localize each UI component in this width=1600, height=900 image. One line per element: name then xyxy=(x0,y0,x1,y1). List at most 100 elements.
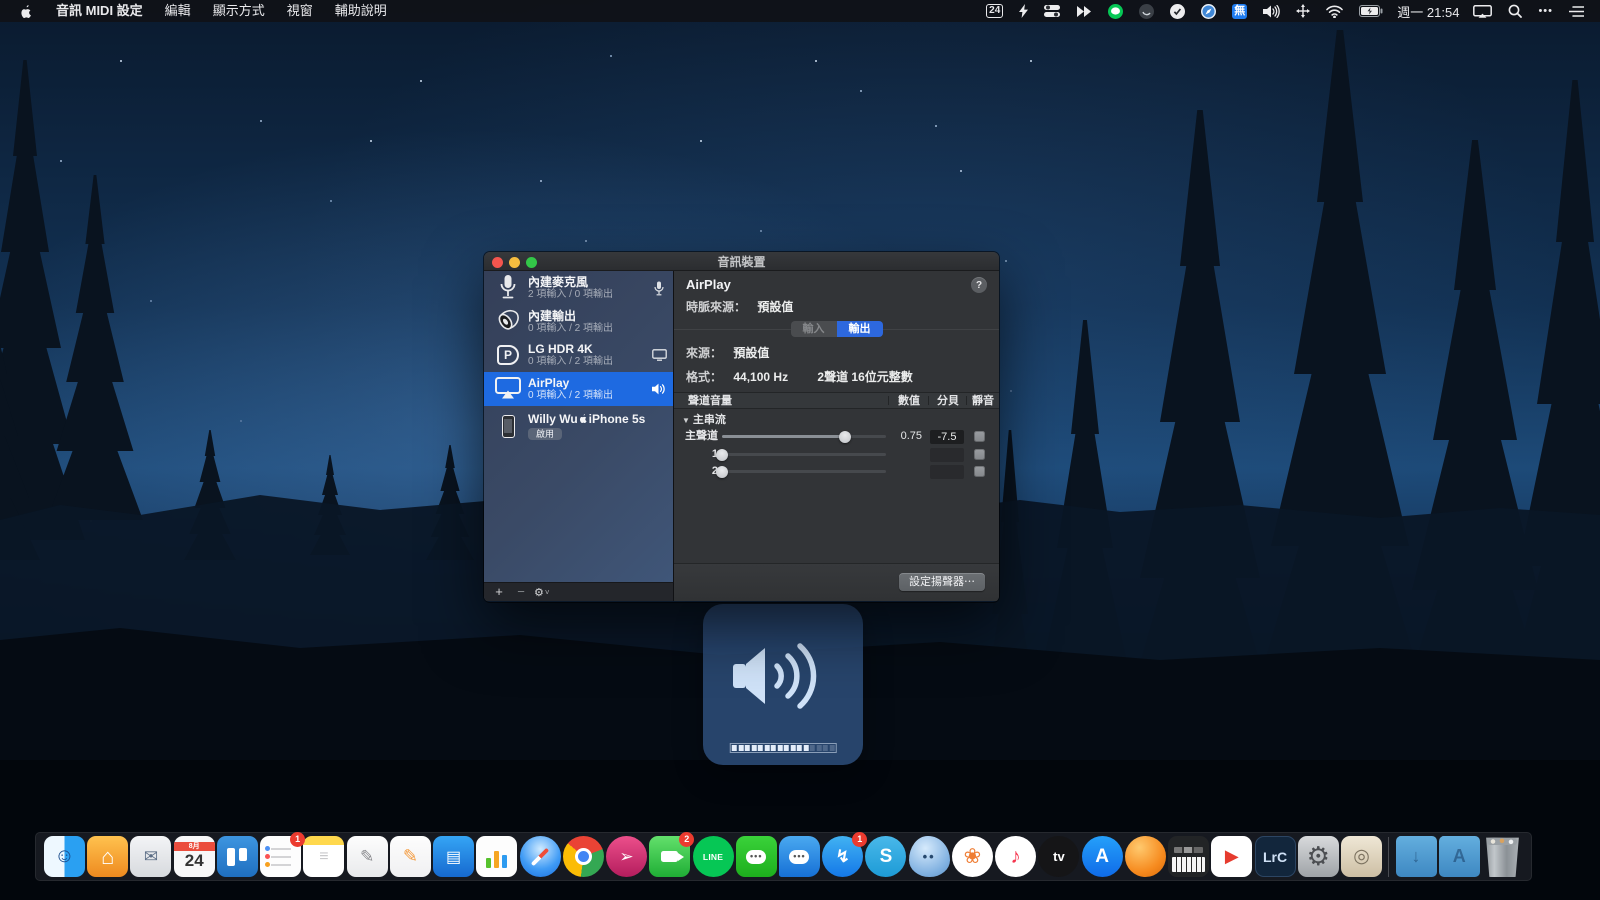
dock-item-lightroom-classic[interactable]: LrC xyxy=(1254,836,1296,877)
device-io-detail: 0 項輸入 / 2 項輸出 xyxy=(528,322,614,334)
menu-item-0[interactable]: 音訊 MIDI 設定 xyxy=(45,3,154,18)
menu-bar: 音訊 MIDI 設定 編輯 顯示方式 視窗 輔助說明 24 無 週一 21:54 ••• xyxy=(0,0,1600,22)
dock-item-ghost-chat[interactable]: •• xyxy=(908,836,950,877)
dock-item-keynote[interactable]: ▤ xyxy=(433,836,475,877)
dock-item-system-preferences[interactable]: ⚙ xyxy=(1297,836,1339,877)
apple-menu[interactable] xyxy=(14,4,45,19)
dock-item-safari[interactable] xyxy=(519,836,561,877)
dock-item-pages[interactable]: ✎ xyxy=(389,836,431,877)
search-icon[interactable] xyxy=(1500,0,1530,22)
volume-segment xyxy=(764,745,770,751)
dock-item-chrome[interactable] xyxy=(562,836,604,877)
help-button[interactable]: ? xyxy=(971,277,987,293)
menu-item-1[interactable]: 編輯 xyxy=(154,3,202,18)
remove-device-button[interactable]: − xyxy=(512,583,530,601)
dock-item-calendar[interactable]: 8月 24 xyxy=(173,836,215,877)
speaker-waves-icon xyxy=(733,643,817,709)
dock-item-finder[interactable]: ☺ xyxy=(44,836,85,877)
device-io-detail: 2 項輸入 / 0 項輸出 xyxy=(528,289,614,300)
tab-output[interactable]: 輸出 xyxy=(836,321,883,337)
dock-item-line[interactable]: LINE xyxy=(692,836,734,877)
volume-segment xyxy=(731,745,737,751)
dock-item-music[interactable]: ♪ xyxy=(995,836,1037,877)
dock-item-orange-app[interactable] xyxy=(1124,836,1166,877)
wifi-icon[interactable] xyxy=(1318,0,1351,22)
sidebar-device-內建輸出[interactable]: 內建輸出 0 項輸入 / 2 項輸出 xyxy=(484,305,673,338)
dock-item-blue-chat[interactable]: ••• xyxy=(778,836,820,877)
dock-item-apple-tv[interactable]: tv xyxy=(1038,836,1080,877)
volume-slider[interactable] xyxy=(716,465,886,478)
clock[interactable]: 週一 21:54 xyxy=(1391,0,1465,22)
format-rate-value[interactable]: 44,100 Hz xyxy=(733,370,788,384)
master-stream-group[interactable]: ▼ 主串流 xyxy=(682,411,726,427)
configure-speakers-button[interactable]: 設定揚聲器⋯ xyxy=(899,573,985,591)
slider-knob[interactable] xyxy=(839,430,851,443)
volume-icon[interactable] xyxy=(1255,0,1288,22)
menu-item-3[interactable]: 視窗 xyxy=(276,3,324,18)
window-titlebar[interactable]: 音訊裝置 xyxy=(484,252,999,271)
volume-value: 0.75 xyxy=(900,430,922,442)
dock-item-video-player[interactable]: ▶ xyxy=(1211,836,1253,877)
device-actions-button[interactable]: ⚙ ˅ xyxy=(534,586,550,599)
line-status-icon[interactable] xyxy=(1100,0,1131,22)
dock-item-trello[interactable] xyxy=(216,836,258,877)
dock-item-trash[interactable] xyxy=(1482,836,1523,877)
screen-mirroring-icon[interactable] xyxy=(1465,0,1500,22)
zoom-button[interactable] xyxy=(526,256,537,268)
bolt-icon[interactable] xyxy=(1011,0,1036,22)
add-device-button[interactable]: + xyxy=(490,583,508,601)
dock-item-audio-midi-setup[interactable] xyxy=(1168,836,1210,877)
input-method-icon[interactable]: 無 xyxy=(1224,0,1255,22)
mute-checkbox[interactable] xyxy=(974,431,985,442)
dock-item-mail[interactable]: ✉ xyxy=(130,836,172,877)
slider-knob[interactable] xyxy=(716,448,728,461)
dock-item-wechat[interactable]: ••• xyxy=(735,836,777,877)
menu-item-4[interactable]: 輔助說明 xyxy=(324,3,398,18)
mute-checkbox[interactable] xyxy=(974,449,985,460)
toggles-icon[interactable] xyxy=(1036,0,1068,22)
dock-item-notes[interactable]: ≡ xyxy=(303,836,345,877)
mute-checkbox[interactable] xyxy=(974,466,985,477)
dock-item-reminders[interactable]: 1 xyxy=(260,832,306,877)
sidebar-device-airplay[interactable]: AirPlay 0 項輸入 / 2 項輸出 xyxy=(484,372,673,406)
close-button[interactable] xyxy=(492,256,503,268)
battery-icon[interactable] xyxy=(1351,0,1391,22)
slider-knob[interactable] xyxy=(716,465,728,478)
dock-item-numbers[interactable] xyxy=(476,836,518,877)
sidebar-device-內建麥克風[interactable]: 內建麥克風 2 項輸入 / 0 項輸出 xyxy=(484,271,673,305)
dock-item-skype[interactable]: S xyxy=(865,836,907,877)
sidebar-device-willy-wu[interactable]: Willy Wu iPhone 5s 啟用 xyxy=(484,406,673,446)
dock-item-photos[interactable]: ❀ xyxy=(951,836,993,877)
dock-item-skitch[interactable]: ➢ xyxy=(606,836,648,877)
orb-icon[interactable] xyxy=(1131,0,1162,22)
volume-slider[interactable] xyxy=(722,430,886,443)
source-value[interactable]: 預設值 xyxy=(733,346,769,360)
volume-slider[interactable] xyxy=(716,448,886,461)
db-value xyxy=(930,447,964,462)
menu-item-2[interactable]: 顯示方式 xyxy=(202,3,276,18)
list-icon[interactable] xyxy=(1561,0,1592,22)
dock-item-facetime[interactable]: 2 xyxy=(649,832,695,877)
dock-item-preview[interactable]: ◎ xyxy=(1341,836,1383,877)
dock-item-downloads-folder[interactable]: ↓ xyxy=(1395,836,1437,877)
tab-input[interactable]: 輸入 xyxy=(790,321,837,337)
dock-item-home[interactable]: ⌂ xyxy=(87,836,129,877)
dock-item-applications-folder[interactable]: A xyxy=(1438,836,1480,877)
compass-icon[interactable] xyxy=(1193,0,1224,22)
apple-logo-icon xyxy=(21,4,31,18)
device-name: LG HDR 4K xyxy=(528,342,593,356)
dock-item-app-store[interactable]: A xyxy=(1081,836,1123,877)
device-name-heading: AirPlay xyxy=(686,277,731,292)
spatial-audio-icon[interactable] xyxy=(1288,0,1318,22)
check-circle-icon[interactable] xyxy=(1162,0,1193,22)
calendar-date-icon[interactable]: 24 xyxy=(978,0,1011,22)
volume-level-bar xyxy=(729,743,837,753)
chevrons-icon[interactable] xyxy=(1068,0,1100,22)
format-channels-value[interactable]: 2聲道 16位元整數 xyxy=(817,370,912,384)
dock-item-messenger[interactable]: ↯ 1 xyxy=(822,832,868,877)
sidebar-device-lg-hdr-4k[interactable]: P LG HDR 4K 0 項輸入 / 2 項輸出 xyxy=(484,338,673,372)
more-icon[interactable]: ••• xyxy=(1530,0,1561,22)
minimize-button[interactable] xyxy=(509,256,520,268)
dock-item-textedit[interactable]: ✎ xyxy=(346,836,388,877)
device-name: AirPlay xyxy=(528,376,570,390)
